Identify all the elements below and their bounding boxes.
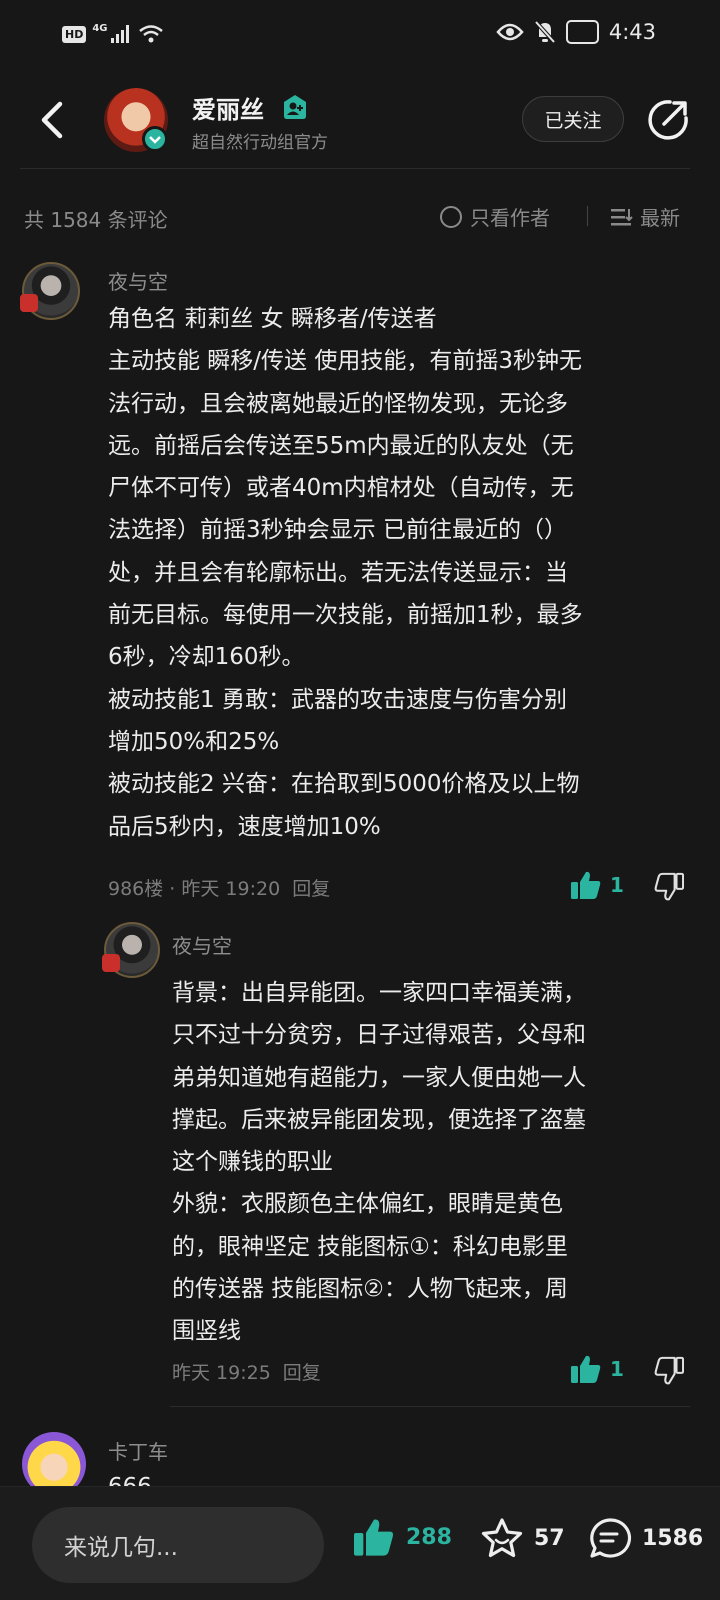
only-author-toggle[interactable]: 只看作者 [440, 202, 550, 231]
status-bar: HD 4G 93 4:43 [0, 0, 720, 72]
verified-icon [142, 126, 168, 152]
thumbs-down-icon[interactable] [654, 872, 684, 902]
reply-divider [170, 1406, 690, 1407]
thumbs-up-icon [354, 1519, 393, 1556]
hd-indicator: HD [62, 25, 87, 43]
post-like-button[interactable]: 288 [352, 1517, 452, 1557]
comment-total: 1586 [642, 1525, 704, 1551]
sort-label: 最新 [640, 206, 680, 230]
reply-line: 背景：出自异能团。一家四口幸福美满， [172, 980, 586, 1006]
follow-button[interactable]: 已关注 [522, 96, 624, 142]
reply-meta: 昨天 19:25 回复 [172, 1358, 321, 1385]
reply-line: 外貌：衣服颜色主体偏红，眼睛是黄色 [172, 1191, 563, 1218]
status-right: 93 4:43 [496, 20, 656, 44]
back-button[interactable] [34, 98, 74, 142]
reply-like-button[interactable]: 1 [570, 1354, 624, 1384]
eye-icon [496, 23, 524, 41]
reply-line: 只不过十分贫穷，日子过得艰苦，父母和 [172, 1022, 586, 1049]
signal-icon [110, 25, 129, 43]
reply-line: 围竖线 [172, 1318, 241, 1345]
network-type: 4G [92, 22, 108, 34]
like-button[interactable]: 1 [570, 870, 624, 900]
comments-button[interactable]: 1586 [588, 1517, 703, 1559]
favorite-button[interactable]: 57 [480, 1517, 565, 1559]
only-author-label: 只看作者 [470, 206, 550, 230]
share-icon [648, 100, 688, 140]
comment-line: 处，并且会有轮廓标出。若无法传送显示：当 [108, 559, 568, 586]
comment-meta: 986楼 · 昨天 19:20 回复 [108, 874, 330, 901]
post-like-count: 288 [406, 1524, 452, 1550]
comment-line: 主动技能 瞬移/传送 使用技能，有前摇3秒钟无 [108, 348, 583, 375]
battery-indicator: 93 [565, 20, 599, 44]
comment-input[interactable]: 来说几句... [32, 1507, 324, 1583]
header-divider [20, 168, 690, 169]
reply-line: 弟弟知道她有超能力，一家人便由她一人 [172, 1064, 586, 1091]
sort-toggle[interactable]: 最新 [610, 202, 680, 231]
comment-line: 被动技能2 兴奋：在拾取到5000价格及以上物 [108, 771, 580, 798]
comment-line: 增加50%和25% [108, 728, 280, 755]
bottom-action-bar: 来说几句... 288 57 1586 [0, 1486, 720, 1600]
comment-line: 前无目标。每使用一次技能，前摇加1秒，最多 [108, 602, 583, 629]
reply-line: 这个赚钱的职业 [172, 1149, 333, 1176]
comment-line: 角色名 莉莉丝 女 瞬移者/传送者 [108, 306, 437, 332]
commenter-name[interactable]: 夜与空 [108, 266, 168, 295]
comment-toolbar: 共 1584 条评论 只看作者 最新 [0, 196, 720, 236]
avatar-frame-decoration [20, 294, 38, 312]
reply-like-count: 1 [610, 1357, 624, 1381]
clock: 4:43 [608, 20, 656, 44]
reply-line: 的，眼神坚定 技能图标①：科幻电影里 [172, 1233, 568, 1260]
status-left: HD 4G [62, 22, 164, 44]
thumbs-down-icon[interactable] [654, 1356, 684, 1386]
post-header: 爱丽丝 超自然行动组官方 已关注 [0, 72, 720, 168]
commenter-name[interactable]: 卡丁车 [108, 1436, 168, 1465]
comment-line: 尸体不可传）或者40m内棺材处（自动传，无 [108, 475, 574, 502]
user-badge-icon [284, 95, 306, 119]
reply-button[interactable]: 回复 [292, 874, 330, 901]
comment-floor-time: 986楼 · 昨天 19:20 [108, 878, 281, 900]
wifi-icon [138, 25, 163, 43]
avatar-frame-decoration [102, 954, 120, 972]
comment-body: 角色名 莉莉丝 女 瞬移者/传送者 主动技能 瞬移/传送 使用技能，有前摇3秒钟… [108, 298, 698, 848]
reply-reply-button[interactable]: 回复 [283, 1358, 321, 1385]
comment-line: 被动技能1 勇敢：武器的攻击速度与伤害分别 [108, 686, 567, 713]
back-arrow-icon [41, 101, 63, 139]
comment-line: 法行动，且会被离她最近的怪物发现，无论多 [108, 390, 568, 417]
like-count: 1 [610, 873, 624, 897]
radio-icon [440, 205, 462, 228]
comment-line: 品后5秒内，速度增加10% [108, 813, 381, 840]
thumbs-up-icon [571, 871, 601, 899]
reply-line: 的传送器 技能图标②：人物飞起来，周 [172, 1276, 568, 1303]
favorite-count: 57 [534, 1525, 565, 1551]
comment-line: 法选择）前摇3秒钟会显示 已前往最近的（） [108, 517, 567, 544]
toolbar-separator [587, 206, 588, 226]
sort-icon [611, 208, 633, 225]
comment-line: 6秒，冷却160秒。 [108, 644, 305, 671]
author-name[interactable]: 爱丽丝 [192, 90, 264, 125]
reply-body: 背景：出自异能团。一家四口幸福美满， 只不过十分贫穷，日子过得艰苦，父母和 弟弟… [172, 972, 692, 1353]
reply-time: 昨天 19:25 [172, 1362, 271, 1384]
thumbs-up-icon [571, 1355, 601, 1383]
comment-count: 共 1584 条评论 [24, 208, 168, 232]
star-icon [481, 1518, 523, 1558]
share-button[interactable] [646, 98, 690, 142]
battery-level: 93 [571, 23, 593, 41]
reply-user-name[interactable]: 夜与空 [172, 930, 232, 959]
comment-line: 远。前摇后会传送至55m内最近的队友处（无 [108, 432, 574, 459]
author-subtitle: 超自然行动组官方 [192, 133, 328, 153]
mute-bell-icon [534, 20, 556, 44]
comment-icon [590, 1518, 632, 1558]
reply-line: 撑起。后来被异能团发现，便选择了盗墓 [172, 1106, 586, 1133]
